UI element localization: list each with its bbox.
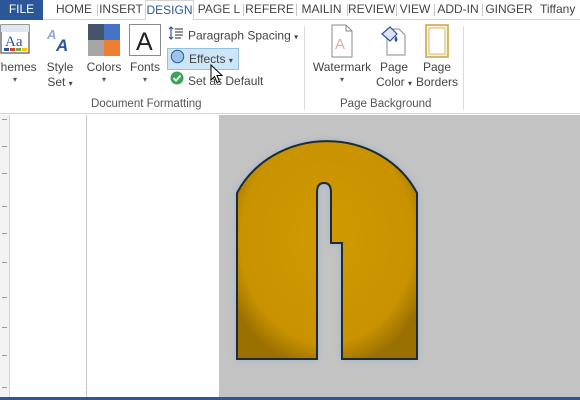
page-background-group-label: Page Background xyxy=(340,98,432,110)
tab-home[interactable]: HOME xyxy=(52,0,96,20)
watermark-label: Watermark xyxy=(312,60,372,74)
tab-design[interactable]: DESIGN xyxy=(145,0,194,21)
page-borders-button[interactable]: Page Borders xyxy=(414,24,460,90)
watermark-button[interactable]: A Watermark ▾ xyxy=(310,24,374,85)
ruler-tick xyxy=(2,173,7,174)
page-margin-guide xyxy=(86,115,87,397)
tab-add-ins[interactable]: ADD-IN xyxy=(435,0,481,20)
svg-text:A: A xyxy=(55,36,68,54)
chevron-down-icon: ▾ xyxy=(101,75,106,84)
style-set-icon: A A xyxy=(45,24,75,55)
tab-page-layout[interactable]: PAGE L xyxy=(196,0,242,20)
letter-a-glyph[interactable] xyxy=(219,115,580,397)
style-set-button[interactable]: A A Style Set ▾ xyxy=(42,24,78,91)
tab-mailings[interactable]: MAILIN xyxy=(297,0,346,20)
vertical-ruler[interactable] xyxy=(0,115,10,400)
themes-button[interactable]: Aa Themes ▾ xyxy=(0,24,42,85)
group-separator xyxy=(463,26,464,110)
ribbon: Aa Themes ▾ A A Style Set ▾ xyxy=(0,20,580,114)
page-color-label-line2: Color ▾ xyxy=(375,75,413,89)
mouse-cursor-icon xyxy=(210,63,224,87)
paragraph-spacing-label: Paragraph Spacing xyxy=(188,28,291,43)
page-borders-label-line2: Borders xyxy=(415,75,459,89)
page-borders-icon xyxy=(424,24,450,58)
paragraph-spacing-button[interactable]: Paragraph Spacing ▾ xyxy=(168,25,298,46)
paragraph-spacing-icon xyxy=(168,25,184,48)
ribbon-tab-bar: FILE HOME INSERT DESIGN PAGE L REFERE MA… xyxy=(0,0,580,21)
ruler-tick xyxy=(2,297,7,298)
ruler-tick xyxy=(2,146,7,147)
page-borders-label-line1: Page xyxy=(422,60,452,74)
checkmark-icon xyxy=(170,71,184,92)
paint-bucket-icon xyxy=(379,24,409,58)
ruler-tick xyxy=(2,233,7,234)
page-color-label-line1: Page xyxy=(379,60,409,74)
tab-ginger[interactable]: GINGER xyxy=(483,0,535,20)
document-formatting-group-label: Document Formatting xyxy=(91,98,202,110)
color-palette-icon xyxy=(88,24,120,56)
style-set-label-line1: Style xyxy=(46,60,74,74)
themes-icon: Aa xyxy=(0,24,30,54)
ruler-tick xyxy=(2,327,7,328)
ruler-tick xyxy=(2,119,7,120)
chevron-down-icon: ▾ xyxy=(12,75,17,84)
page-color-button[interactable]: Page Color ▾ xyxy=(374,24,414,91)
chevron-down-icon: ▾ xyxy=(339,75,344,84)
tab-view[interactable]: VIEW xyxy=(397,0,433,20)
ruler-tick xyxy=(2,355,7,356)
svg-text:Aa: Aa xyxy=(5,34,23,50)
colors-label: Colors xyxy=(86,60,122,74)
fonts-icon: A xyxy=(129,24,161,56)
svg-text:A: A xyxy=(335,36,345,53)
effects-icon xyxy=(170,49,185,70)
svg-text:A: A xyxy=(46,27,56,42)
fonts-label: Fonts xyxy=(129,60,160,74)
tab-file[interactable]: FILE xyxy=(0,0,43,20)
ruler-tick xyxy=(2,387,7,388)
tab-references[interactable]: REFERE xyxy=(244,0,295,20)
chevron-down-icon: ▾ xyxy=(294,32,299,42)
set-as-default-label: Set as Default xyxy=(188,74,264,88)
watermark-icon: A xyxy=(329,24,355,58)
svg-text:A: A xyxy=(136,28,153,55)
ruler-tick xyxy=(2,262,7,263)
themes-label: Themes xyxy=(0,60,37,74)
fonts-button[interactable]: A Fonts ▾ xyxy=(126,24,164,85)
style-set-label-line2: Set ▾ xyxy=(47,75,73,89)
tab-insert[interactable]: INSERT xyxy=(98,0,144,20)
tab-review[interactable]: REVIEW xyxy=(348,0,395,20)
group-separator xyxy=(304,26,305,110)
set-as-default-button[interactable]: Set as Default xyxy=(170,71,290,92)
effects-button[interactable]: Effects ▾ xyxy=(167,48,239,70)
colors-button[interactable]: Colors ▾ xyxy=(84,24,124,85)
ruler-tick xyxy=(2,206,7,207)
chevron-down-icon: ▾ xyxy=(142,75,147,84)
chevron-down-icon: ▾ xyxy=(228,56,233,65)
page-background-area[interactable] xyxy=(219,115,580,397)
user-name[interactable]: Tiffany xyxy=(540,0,580,20)
